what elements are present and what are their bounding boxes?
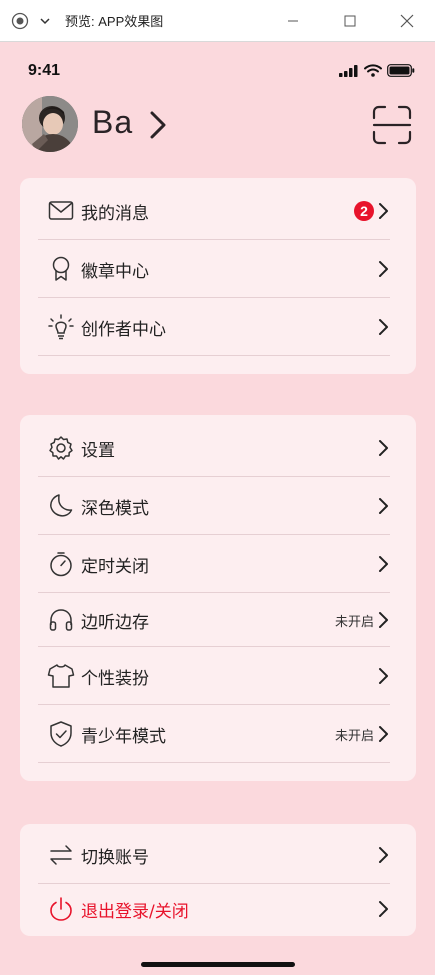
maximize-icon (344, 15, 355, 27)
menu-item-dark-mode[interactable]: 深色模式 (38, 477, 390, 535)
headphones-icon (47, 606, 75, 634)
menu-item-logout[interactable]: 退出登录/关闭 (38, 882, 390, 936)
timer-icon (47, 550, 75, 578)
menu-item-label: 个性装扮 (81, 668, 149, 689)
shirt-icon (47, 662, 75, 690)
menu-group-settings: 设置 深色模式 定时关闭 边听边存 未开启 个性装扮 青少年模式 未开启 (20, 415, 416, 781)
chevron-right-icon (379, 498, 388, 514)
scan-icon[interactable] (371, 104, 413, 146)
maximize-button[interactable] (321, 0, 378, 42)
chevron-right-icon (379, 319, 388, 335)
chevron-right-icon (379, 203, 388, 219)
window-titlebar: 预览: APP效果图 (0, 0, 435, 42)
menu-item-badges[interactable]: 徽章中心 (38, 240, 390, 298)
menu-item-sleep-timer[interactable]: 定时关闭 (38, 535, 390, 593)
chevron-right-icon (379, 440, 388, 456)
badge-icon (47, 255, 75, 283)
menu-item-label: 徽章中心 (81, 261, 149, 282)
menu-item-creator-center[interactable]: 创作者中心 (38, 298, 390, 356)
gear-icon (47, 434, 75, 462)
system-indicators (339, 64, 415, 77)
menu-item-switch-account[interactable]: 切换账号 (38, 826, 390, 884)
status-bar: 9:41 (0, 42, 435, 88)
power-icon (47, 895, 75, 923)
menu-item-label: 设置 (81, 440, 115, 461)
chevron-right-icon (379, 612, 388, 628)
bulb-icon (47, 313, 75, 341)
moon-icon (47, 492, 75, 520)
menu-item-label: 切换账号 (81, 847, 149, 868)
profile-chevron-icon[interactable] (148, 110, 168, 144)
menu-item-label: 我的消息 (81, 203, 149, 224)
menu-item-label: 深色模式 (81, 498, 149, 519)
menu-group-account: 切换账号 退出登录/关闭 (20, 824, 416, 936)
battery-icon (387, 64, 415, 77)
chevron-right-icon (379, 726, 388, 742)
minimize-button[interactable] (264, 0, 321, 42)
profile-header[interactable]: Ba (0, 92, 435, 156)
wifi-icon (364, 64, 382, 77)
menu-item-label: 创作者中心 (81, 319, 166, 340)
status-time: 9:41 (28, 62, 61, 79)
menu-item-settings[interactable]: 设置 (38, 419, 390, 477)
home-indicator[interactable] (141, 962, 295, 967)
window-controls (264, 0, 435, 42)
status-value: 未开启 (334, 728, 374, 744)
menu-item-label: 定时关闭 (81, 556, 149, 577)
avatar[interactable] (22, 96, 78, 152)
menu-item-messages[interactable]: 我的消息 2 (38, 182, 390, 240)
username[interactable]: Ba (92, 104, 133, 141)
signal-icon (339, 64, 358, 77)
divider (38, 762, 390, 763)
menu-item-label: 青少年模式 (81, 726, 166, 747)
switch-icon (47, 841, 75, 869)
menu-item-listen-save[interactable]: 边听边存 未开启 (38, 593, 390, 647)
window-title: 预览: APP效果图 (65, 14, 164, 29)
chevron-right-icon (379, 556, 388, 572)
status-value: 未开启 (334, 614, 374, 630)
menu-item-personalize[interactable]: 个性装扮 (38, 647, 390, 705)
minimize-icon (287, 20, 298, 22)
record-icon[interactable] (11, 12, 29, 30)
chevron-right-icon (379, 261, 388, 277)
close-button[interactable] (378, 0, 435, 42)
mail-icon (47, 197, 75, 225)
menu-item-youth-mode[interactable]: 青少年模式 未开启 (38, 705, 390, 763)
menu-group-primary: 我的消息 2 徽章中心 创作者中心 (20, 178, 416, 374)
chevron-right-icon (379, 847, 388, 863)
menu-item-label: 边听边存 (81, 612, 149, 633)
close-icon (400, 14, 413, 28)
menu-item-label: 退出登录/关闭 (81, 901, 189, 922)
chevron-down-icon[interactable] (38, 14, 52, 28)
shield-icon (47, 720, 75, 748)
unread-badge: 2 (354, 201, 374, 221)
divider (38, 355, 390, 356)
chevron-right-icon (379, 901, 388, 917)
chevron-right-icon (379, 668, 388, 684)
